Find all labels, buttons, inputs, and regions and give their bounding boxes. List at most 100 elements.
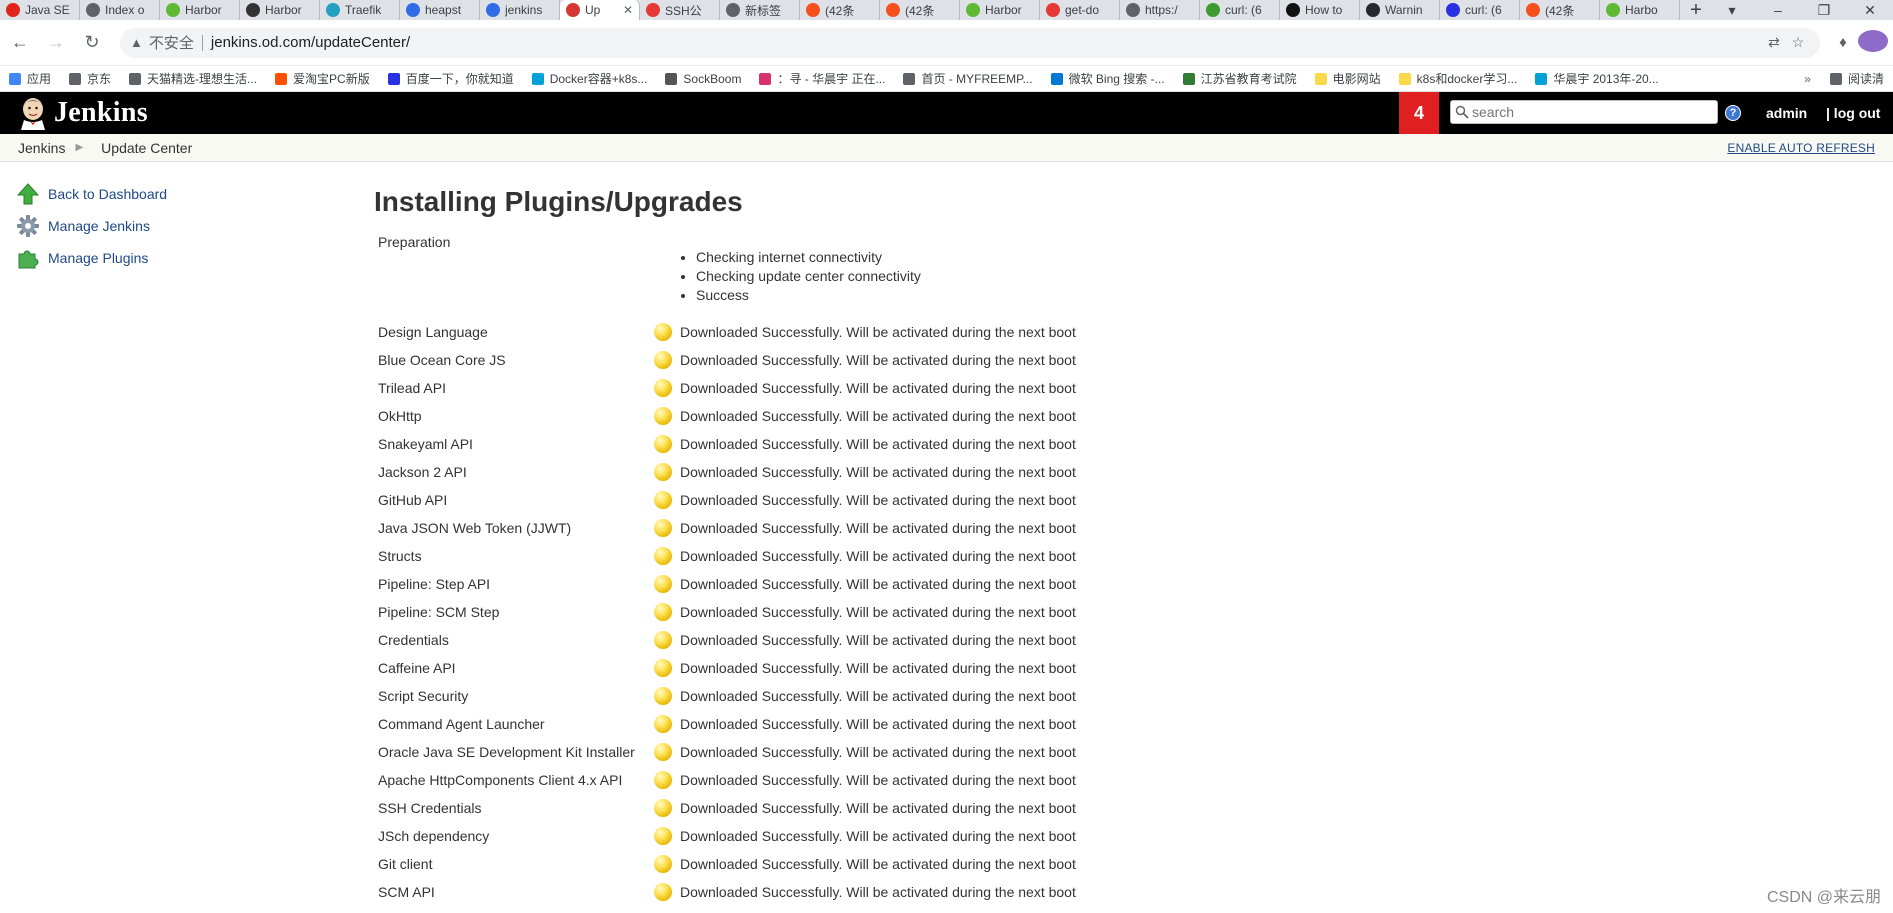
plugin-status-text: Downloaded Successfully. Will be activat… (680, 660, 1076, 676)
bookmark-label: 江苏省教育考试院 (1200, 72, 1297, 86)
back-icon[interactable]: ← (4, 27, 36, 59)
help-icon[interactable]: ? (1725, 105, 1741, 121)
browser-tab[interactable]: jenkins (480, 0, 560, 20)
browser-tab[interactable]: Harbor (160, 0, 240, 20)
browser-tab-title: Harbor (185, 3, 222, 17)
reading-list-button[interactable]: 阅读清 (1821, 70, 1893, 87)
bookmark-item[interactable]: 天猫精选-理想生活... (120, 70, 266, 87)
reload-icon[interactable]: ↻ (76, 27, 108, 59)
browser-tab[interactable]: Index o (80, 0, 160, 20)
forward-icon[interactable]: → (40, 27, 72, 59)
browser-tab[interactable]: Harbo (1600, 0, 1680, 20)
browser-tab[interactable]: https:/ (1120, 0, 1200, 20)
newtab-icon (726, 3, 740, 17)
browser-tab[interactable]: Java SE (0, 0, 80, 20)
breadcrumb-update-center[interactable]: Update Center (83, 140, 202, 156)
bookmark-item[interactable]: 江苏省教育考试院 (1174, 70, 1306, 87)
plugin-status-text: Downloaded Successfully. Will be activat… (680, 884, 1076, 900)
restore-icon[interactable]: ❐ (1801, 2, 1847, 19)
browser-tab[interactable]: (42条 (1520, 0, 1600, 20)
search-box[interactable] (1450, 100, 1718, 124)
bookmarks-bar: 应用 京东 天猫精选-理想生活... 爱淘宝PC新版 百度一下，你就知道 Docker容器… (0, 66, 1893, 92)
browser-tab-title: (42条 (825, 3, 855, 18)
browser-tab[interactable]: How to (1280, 0, 1360, 20)
tab-search-icon[interactable]: ▾ (1709, 2, 1755, 19)
reading-list-label: 阅读清 (1847, 72, 1884, 86)
task-back-to-dashboard[interactable]: Back to Dashboard (16, 178, 316, 210)
browser-tab[interactable]: SSH公 (640, 0, 720, 20)
bookmark-item[interactable]: 京东 (60, 70, 120, 87)
bookmark-item[interactable]: 爱淘宝PC新版 (266, 70, 379, 87)
bookmark-favicon-icon (275, 72, 288, 85)
bookmark-item[interactable]: 微软 Bing 搜索 -... (1042, 70, 1174, 87)
minimize-icon[interactable]: – (1755, 2, 1801, 18)
profile-avatar[interactable] (1858, 29, 1888, 56)
task-manage-jenkins[interactable]: Manage Jenkins (16, 210, 316, 242)
plugin-status-text: Downloaded Successfully. Will be activat… (680, 856, 1076, 872)
browser-tab-title: curl: (6 (1225, 3, 1262, 17)
browser-tab[interactable]: 新标签 (720, 0, 800, 20)
plugin-row: SSH Credentials Downloaded Successfully. … (374, 794, 1774, 822)
bookmark-label: 微软 Bing 搜索 -... (1068, 72, 1165, 86)
bookmark-item[interactable]: 首页 - MYFREEMP... (894, 70, 1041, 87)
plugin-status: Downloaded Successfully. Will be activat… (654, 771, 1076, 789)
close-icon[interactable]: ✕ (623, 3, 633, 17)
plugin-status: Downloaded Successfully. Will be activat… (654, 743, 1076, 761)
browser-tab[interactable]: curl: (6 (1200, 0, 1280, 20)
search-input[interactable] (1472, 104, 1712, 120)
browser-tab-title: Traefik (345, 3, 382, 17)
browser-tab[interactable]: curl: (6 (1440, 0, 1520, 20)
bookmark-label: SockBoom (683, 71, 742, 86)
user-link[interactable]: admin (1766, 105, 1807, 121)
status-ball-icon (654, 407, 672, 425)
bookmark-item[interactable]: ：寻 - 华晨宇 正在... (750, 70, 894, 87)
new-tab-button[interactable]: + (1680, 0, 1712, 20)
breadcrumb-jenkins[interactable]: Jenkins (0, 140, 75, 156)
url-text[interactable]: jenkins.od.com/updateCenter/ (211, 34, 1762, 51)
browser-tab[interactable]: (42条 (880, 0, 960, 20)
bookmark-item[interactable]: 百度一下，你就知道 (379, 70, 523, 87)
warning-icon: ▲ (130, 35, 143, 50)
browser-tab[interactable]: get-do (1040, 0, 1120, 20)
plugin-row: Script Security Downloaded Successfully. … (374, 682, 1774, 710)
task-manage-plugins[interactable]: Manage Plugins (16, 242, 316, 274)
bookmark-item[interactable]: 电影网站 (1306, 70, 1390, 87)
plugin-status: Downloaded Successfully. Will be activat… (654, 407, 1076, 425)
browser-tab[interactable]: Harbor (960, 0, 1040, 20)
window-close-icon[interactable]: ✕ (1847, 2, 1893, 19)
bookmark-item[interactable]: SockBoom (656, 72, 750, 86)
kubernetes-icon (406, 3, 420, 17)
bookmark-favicon-icon (1398, 72, 1411, 85)
plugin-row: GitHub API Downloaded Successfully. Will … (374, 486, 1774, 514)
bookmark-item[interactable]: k8s和docker学习... (1390, 70, 1527, 87)
browser-tab-title: Harbor (265, 3, 302, 17)
enable-auto-refresh-link[interactable]: ENABLE AUTO REFRESH (1727, 141, 1875, 155)
address-bar[interactable]: ▲ 不安全 jenkins.od.com/updateCenter/ ⇄ ☆ (120, 27, 1820, 58)
logout-link[interactable]: | log out (1826, 105, 1880, 121)
plugin-row: Credentials Downloaded Successfully. Will… (374, 626, 1774, 654)
browser-tab[interactable]: heapst (400, 0, 480, 20)
browser-tab[interactable]: Traefik (320, 0, 400, 20)
translate-icon[interactable]: ⇄ (1762, 34, 1786, 51)
bookmark-favicon-icon (1182, 72, 1195, 85)
browser-tab[interactable]: (42条 (800, 0, 880, 20)
bookmark-item[interactable]: 应用 (0, 70, 60, 87)
plugin-status-text: Downloaded Successfully. Will be activat… (680, 576, 1076, 592)
extensions-icon[interactable]: ♦ (1828, 34, 1858, 51)
browser-tab[interactable]: Warnin (1360, 0, 1440, 20)
star-icon[interactable]: ☆ (1786, 34, 1810, 51)
browser-tab[interactable]: Harbor (240, 0, 320, 20)
bookmark-favicon-icon (1535, 72, 1548, 85)
side-panel: Back to Dashboard Manage Jenkins Manage … (16, 178, 316, 274)
plugin-row: Java JSON Web Token (JJWT) Downloaded Suc… (374, 514, 1774, 542)
bookmarks-overflow-icon[interactable]: » (1794, 72, 1821, 86)
bookmark-item[interactable]: 华晨宇 2013年-20... (1526, 70, 1667, 87)
jenkins-logo[interactable]: Jenkins (18, 96, 148, 130)
browser-tab[interactable]: Up ✕ (560, 0, 640, 20)
plugin-row: Command Agent Launcher Downloaded Success… (374, 710, 1774, 738)
browser-tab-title: Index o (105, 3, 145, 17)
task-label: Back to Dashboard (48, 186, 168, 202)
bookmark-item[interactable]: Docker容器+k8s... (523, 70, 657, 87)
apps-icon (9, 72, 21, 85)
notification-badge[interactable]: 4 (1399, 92, 1439, 134)
